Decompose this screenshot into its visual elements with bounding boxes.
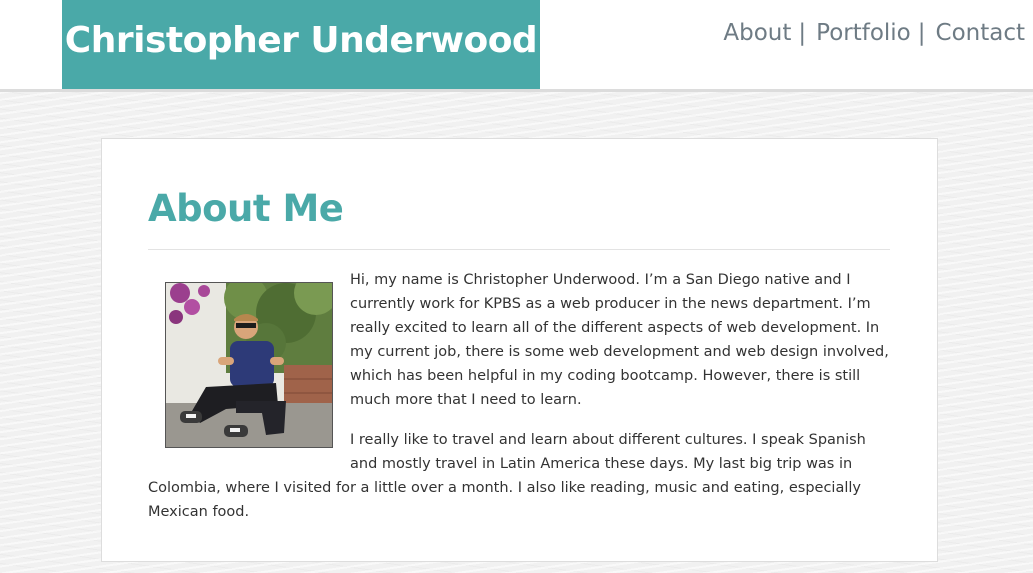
title-divider	[148, 249, 890, 250]
about-content: Hi, my name is Christopher Underwood. I’…	[148, 268, 890, 540]
page-title: About Me	[148, 187, 344, 230]
nav-separator: |	[798, 20, 807, 46]
site-brand[interactable]: Christopher Underwood	[62, 0, 540, 89]
nav-link-contact[interactable]: Contact	[936, 20, 1025, 46]
nav-link-about[interactable]: About	[723, 20, 791, 46]
about-card: About Me Hi, my name is Christopher Unde…	[101, 138, 938, 562]
site-header: Christopher Underwood About | Portfolio …	[0, 0, 1033, 92]
nav-link-portfolio[interactable]: Portfolio	[816, 20, 911, 46]
profile-photo	[165, 282, 333, 448]
nav-separator: |	[917, 20, 926, 46]
main-nav: About | Portfolio | Contact	[723, 20, 1025, 46]
